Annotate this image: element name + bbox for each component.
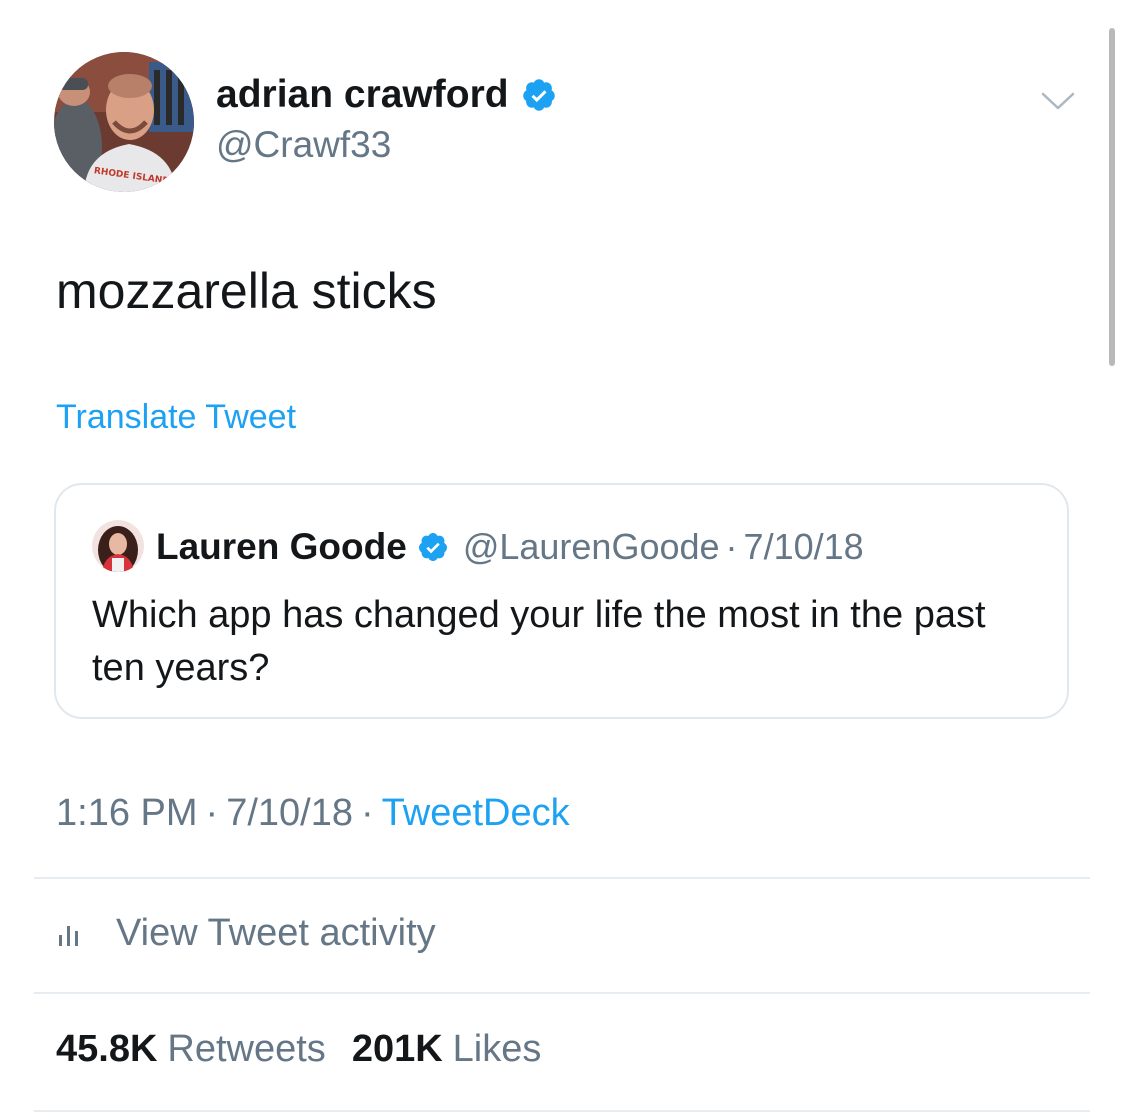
bar-chart-icon bbox=[59, 926, 78, 946]
divider bbox=[34, 992, 1090, 994]
likes-label: Likes bbox=[452, 1028, 542, 1070]
quoted-tweet-header: Lauren Goode @LaurenGoode · 7/10/18 bbox=[156, 523, 864, 571]
author-handle[interactable]: @Crawf33 bbox=[216, 124, 391, 166]
author-name[interactable]: adrian crawford bbox=[216, 73, 509, 117]
meta-separator: · bbox=[205, 792, 219, 834]
retweets-stat[interactable]: 45.8K Retweets bbox=[56, 1028, 326, 1071]
quoted-author-avatar[interactable] bbox=[92, 520, 144, 572]
divider bbox=[34, 877, 1090, 879]
tweet-source-link[interactable]: TweetDeck bbox=[382, 792, 570, 834]
quoted-tweet-text: Which app has changed your life the most… bbox=[92, 594, 986, 689]
chevron-down-icon[interactable] bbox=[1040, 86, 1076, 116]
translate-tweet-link[interactable]: Translate Tweet bbox=[56, 398, 296, 437]
retweets-label: Retweets bbox=[167, 1028, 326, 1070]
quoted-author-handle: @LaurenGoode bbox=[462, 526, 720, 567]
tweet-text: mozzarella sticks bbox=[56, 263, 437, 319]
tweet-stats: 45.8K Retweets 201K Likes bbox=[56, 1028, 567, 1071]
quoted-separator: · bbox=[725, 526, 738, 567]
view-tweet-activity-label: View Tweet activity bbox=[116, 911, 436, 954]
tweet-meta: 1:16 PM · 7/10/18 · TweetDeck bbox=[56, 792, 570, 835]
retweets-count: 45.8K bbox=[56, 1028, 158, 1070]
scrollbar[interactable] bbox=[1109, 28, 1115, 366]
tweet-date: 7/10/18 bbox=[226, 792, 353, 834]
likes-stat[interactable]: 201K Likes bbox=[352, 1028, 542, 1071]
meta-separator: · bbox=[360, 792, 374, 834]
likes-count: 201K bbox=[351, 1028, 443, 1070]
quoted-date: 7/10/18 bbox=[743, 526, 864, 567]
author-avatar[interactable]: RHODE ISLAND bbox=[54, 52, 194, 192]
quoted-author-name: Lauren Goode bbox=[156, 526, 407, 567]
quoted-tweet-card[interactable]: Lauren Goode @LaurenGoode · 7/10/18 Whic… bbox=[54, 483, 1069, 719]
tweet-time: 1:16 PM bbox=[56, 792, 198, 834]
verified-badge-icon bbox=[418, 533, 447, 561]
verified-badge-icon bbox=[522, 79, 555, 111]
view-tweet-activity-button[interactable]: View Tweet activity bbox=[56, 905, 436, 961]
divider bbox=[34, 1110, 1090, 1112]
author-name-row: adrian crawford bbox=[216, 72, 557, 118]
